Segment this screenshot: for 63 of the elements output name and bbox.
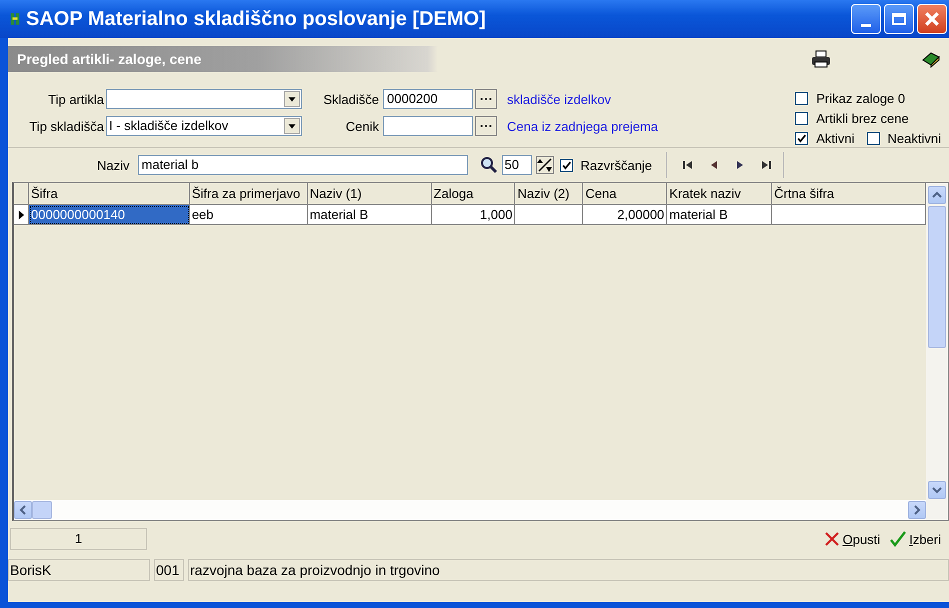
scroll-down-button[interactable] xyxy=(928,481,946,499)
warehouse-field[interactable]: 0000200 xyxy=(383,89,473,109)
checkbox-label: Aktivni xyxy=(816,130,855,146)
checkbox-label: Artikli brez cene xyxy=(816,110,909,126)
row-pointer-icon xyxy=(18,208,24,220)
maximize-button[interactable] xyxy=(884,4,914,34)
table-cell: 2,00000 xyxy=(583,205,668,225)
cross-icon xyxy=(824,531,840,547)
table-cell: eeb xyxy=(190,205,308,225)
checkbox[interactable] xyxy=(866,132,880,144)
spin-icon[interactable] xyxy=(536,156,554,174)
book-icon[interactable] xyxy=(921,50,941,68)
chevron-left-icon xyxy=(18,505,28,515)
minimize-button[interactable] xyxy=(851,4,881,34)
field-label: Naziv xyxy=(97,158,130,172)
scroll-up-button[interactable] xyxy=(928,186,946,204)
last-record-icon[interactable] xyxy=(759,158,774,172)
chevron-up-icon xyxy=(932,190,942,200)
field-label: Tip artikla xyxy=(47,92,105,106)
price-list-description: Cena iz zadnjega prejema xyxy=(507,118,658,134)
table-cell: material B xyxy=(667,205,772,225)
checkbox[interactable] xyxy=(795,132,808,144)
select-button[interactable]: Izberi xyxy=(890,531,941,547)
window-title: SAOP Materialno skladiščno poslovanje [DEMO] xyxy=(26,8,486,30)
browse-button[interactable] xyxy=(475,89,497,109)
cancel-button[interactable]: Opusti xyxy=(824,531,880,547)
search-field[interactable]: material b xyxy=(138,155,468,175)
field-label: Cenik xyxy=(344,118,380,134)
checkbox[interactable] xyxy=(795,112,808,124)
chevron-right-icon xyxy=(912,505,922,515)
printer-icon[interactable] xyxy=(811,50,831,68)
item-type-dropdown[interactable] xyxy=(106,89,302,109)
status-bar-panel: BorisK xyxy=(8,559,150,581)
app-icon xyxy=(10,11,20,27)
checkbox-label: Razvrščanje xyxy=(580,158,652,172)
close-button[interactable] xyxy=(917,4,947,34)
scrollbar-thumb[interactable] xyxy=(928,206,946,348)
record-count: 1 xyxy=(10,528,147,550)
checkbox[interactable] xyxy=(795,92,808,104)
warehouse-description: skladišče izdelkov xyxy=(507,92,612,106)
status-bar-panel: 001 xyxy=(154,559,184,581)
chevron-down-icon xyxy=(932,485,942,495)
checkbox-label: Prikaz zaloge 0 xyxy=(816,90,906,106)
table-cell: 1,000 xyxy=(432,205,516,225)
table-cell: material B xyxy=(308,205,432,225)
close-icon xyxy=(924,11,940,27)
scrollbar-thumb[interactable] xyxy=(32,501,52,519)
status-bar-panel: razvojna baza za proizvodnjo in trgovino xyxy=(188,559,949,581)
panel-header: Pregled artikli- zaloge, cene xyxy=(16,51,202,67)
checkbox[interactable] xyxy=(560,158,573,172)
search-icon[interactable] xyxy=(480,156,498,174)
field-label: Tip skladišča xyxy=(28,118,105,134)
checkmark-icon xyxy=(890,531,906,547)
count-field[interactable]: 50 xyxy=(502,155,532,175)
warehouse-type-dropdown[interactable]: I - skladišče izdelkov xyxy=(106,116,302,136)
table-cell xyxy=(515,205,584,225)
price-list-field[interactable] xyxy=(383,116,473,136)
scroll-right-button[interactable] xyxy=(908,501,926,519)
table-cell: 0000000000140 xyxy=(29,205,190,225)
browse-button[interactable] xyxy=(475,116,497,136)
scroll-left-button[interactable] xyxy=(14,501,32,519)
checkbox-label: Neaktivni xyxy=(888,130,941,146)
field-label: Skladišče xyxy=(322,92,380,106)
